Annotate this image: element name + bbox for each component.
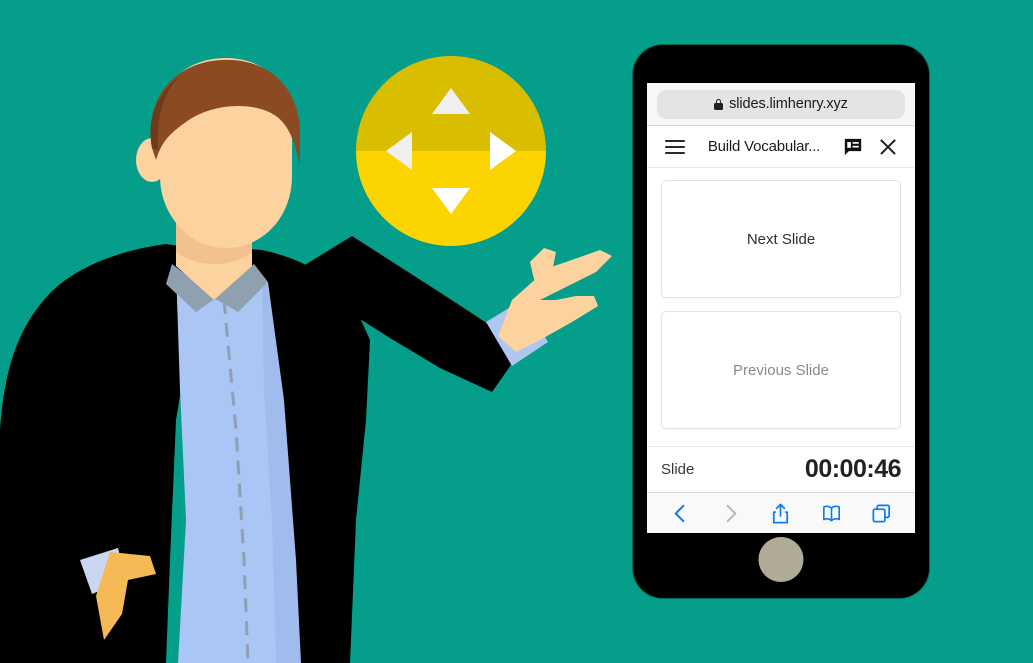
smartphone-mockup: slides.limhenry.xyz Build Vocabular... N… [633, 45, 929, 598]
speaker-notes-icon[interactable] [843, 138, 863, 156]
browser-url-bar: slides.limhenry.xyz [647, 83, 915, 126]
slide-controls: Next Slide Previous Slide [647, 168, 915, 429]
timer-label: Slide [661, 461, 695, 478]
lock-icon [714, 98, 724, 110]
tabs-icon[interactable] [870, 502, 893, 525]
close-icon[interactable] [879, 138, 897, 156]
arrow-up-icon[interactable] [432, 88, 470, 114]
presenter-illustration [0, 58, 612, 663]
url-input[interactable]: slides.limhenry.xyz [657, 89, 905, 119]
arrow-down-icon[interactable] [432, 188, 470, 214]
directional-pad[interactable] [356, 56, 546, 246]
share-icon[interactable] [769, 502, 792, 525]
hamburger-menu-icon[interactable] [665, 139, 685, 154]
app-title: Build Vocabular... [707, 138, 821, 155]
next-slide-button[interactable]: Next Slide [661, 180, 901, 298]
previous-slide-label: Previous Slide [733, 361, 829, 379]
browser-toolbar [647, 492, 915, 533]
arrow-left-icon[interactable] [386, 132, 412, 170]
slide-timer-row: Slide 00:00:46 [647, 446, 915, 492]
screenshot-stage: slides.limhenry.xyz Build Vocabular... N… [0, 0, 1033, 663]
timer-value: 00:00:46 [804, 455, 902, 483]
app-header: Build Vocabular... [647, 126, 915, 168]
bookmarks-icon[interactable] [820, 502, 843, 525]
back-icon[interactable] [669, 502, 692, 525]
url-text: slides.limhenry.xyz [729, 96, 848, 112]
phone-screen: slides.limhenry.xyz Build Vocabular... N… [647, 83, 915, 533]
next-slide-label: Next Slide [746, 230, 816, 248]
previous-slide-button[interactable]: Previous Slide [661, 311, 901, 429]
arrow-right-icon[interactable] [490, 132, 516, 170]
forward-icon [719, 502, 742, 525]
home-button[interactable] [758, 537, 804, 582]
